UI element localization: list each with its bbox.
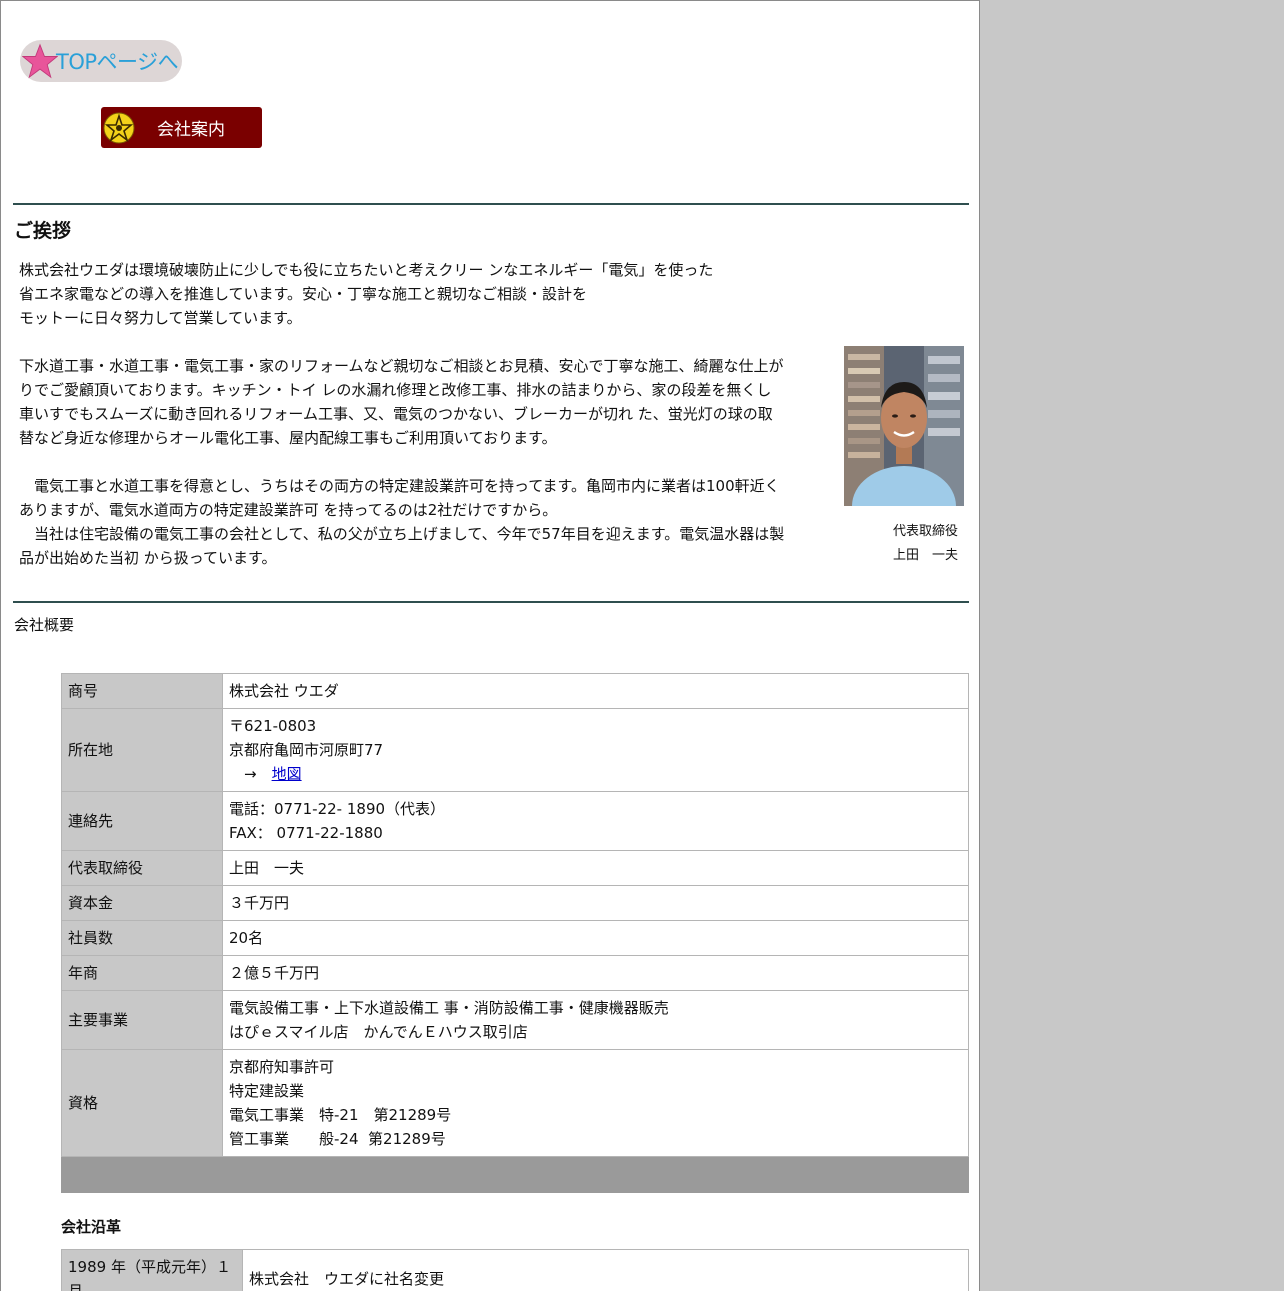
greeting-heading: ご挨拶: [14, 216, 71, 243]
row-value: ３千万円: [223, 886, 969, 921]
history-date: 1989 年（平成元年）１月: [62, 1250, 243, 1291]
photo-caption-name: 上田 一夫: [893, 544, 958, 563]
row-key: 社員数: [62, 921, 223, 956]
table-row: 資格 京都府知事許可 特定建設業 電気工事業 特-21 第21289号 管工事業…: [62, 1050, 969, 1157]
table-row: 年商 ２億５千万円: [62, 956, 969, 991]
row-key: 連絡先: [62, 792, 223, 851]
greeting-paragraph-1: 株式会社ウエダは環境破壊防止に少しでも役に立ちたいと考えクリー ンなエネルギー「…: [19, 258, 713, 330]
table-row: 社員数 20名: [62, 921, 969, 956]
arrow-icon: →: [229, 765, 272, 783]
table-row: 連絡先 電話：0771-22- 1890（代表） FAX： 0771-22-18…: [62, 792, 969, 851]
table-row: 代表取締役 上田 一夫: [62, 851, 969, 886]
greeting-paragraph-3: 電気工事と水道工事を得意とし、うちはその両方の特定建設業許可を持ってます。亀岡市…: [19, 474, 784, 570]
row-value: ２億５千万円: [223, 956, 969, 991]
table-row: 商号 株式会社 ウエダ: [62, 674, 969, 709]
company-info-button[interactable]: 会社案内: [101, 107, 262, 148]
row-value: 株式会社 ウエダ: [223, 674, 969, 709]
page-container: TOPページへ 会社案内 ご挨拶 株式会社ウエダは環境破壊防止に少しでも役に立ち…: [0, 0, 980, 1291]
row-value: 電話：0771-22- 1890（代表） FAX： 0771-22-1880: [223, 792, 969, 851]
table-row: 主要事業 電気設備工事・上下水道設備工 事・消防設備工事・健康機器販売 はぴｅス…: [62, 991, 969, 1050]
top-page-button[interactable]: TOPページへ: [20, 40, 182, 82]
row-key: 資本金: [62, 886, 223, 921]
history-event: 株式会社 ウエダに社名変更: [243, 1250, 969, 1291]
history-table: 1989 年（平成元年）１月 株式会社 ウエダに社名変更: [61, 1249, 969, 1291]
table-row: 資本金 ３千万円: [62, 886, 969, 921]
row-key: 主要事業: [62, 991, 223, 1050]
divider: [13, 203, 969, 205]
row-value: 京都府知事許可 特定建設業 電気工事業 特-21 第21289号 管工事業 般-…: [223, 1050, 969, 1157]
history-heading: 会社沿革: [61, 1216, 121, 1237]
divider: [13, 601, 969, 603]
row-key: 年商: [62, 956, 223, 991]
top-page-label: TOPページへ: [56, 46, 178, 76]
table-row: 1989 年（平成元年）１月 株式会社 ウエダに社名変更: [62, 1250, 969, 1291]
greeting-paragraph-2: 下水道工事・水道工事・電気工事・家のリフォームなど親切なご相談とお見積、安心で丁…: [19, 354, 784, 450]
row-value: 上田 一夫: [223, 851, 969, 886]
overview-heading: 会社概要: [14, 614, 74, 635]
map-link[interactable]: 地図: [272, 765, 302, 783]
row-key: 資格: [62, 1050, 223, 1157]
president-photo: [844, 346, 964, 506]
star-icon: [22, 43, 58, 79]
row-value: 20名: [223, 921, 969, 956]
row-key: 商号: [62, 674, 223, 709]
photo-caption-title: 代表取締役: [893, 520, 958, 539]
row-value: 電気設備工事・上下水道設備工 事・消防設備工事・健康機器販売 はぴｅスマイル店 …: [223, 991, 969, 1050]
table-footer: [62, 1157, 969, 1193]
row-key: 所在地: [62, 709, 223, 792]
row-value: 〒621-0803 京都府亀岡市河原町77 → 地図: [223, 709, 969, 792]
row-key: 代表取締役: [62, 851, 223, 886]
table-footer-cell: [62, 1157, 969, 1193]
emblem-icon: [103, 112, 135, 144]
company-info-label: 会社案内: [157, 115, 225, 140]
overview-table: 商号 株式会社 ウエダ 所在地 〒621-0803 京都府亀岡市河原町77 → …: [61, 673, 969, 1193]
table-row: 所在地 〒621-0803 京都府亀岡市河原町77 → 地図: [62, 709, 969, 792]
